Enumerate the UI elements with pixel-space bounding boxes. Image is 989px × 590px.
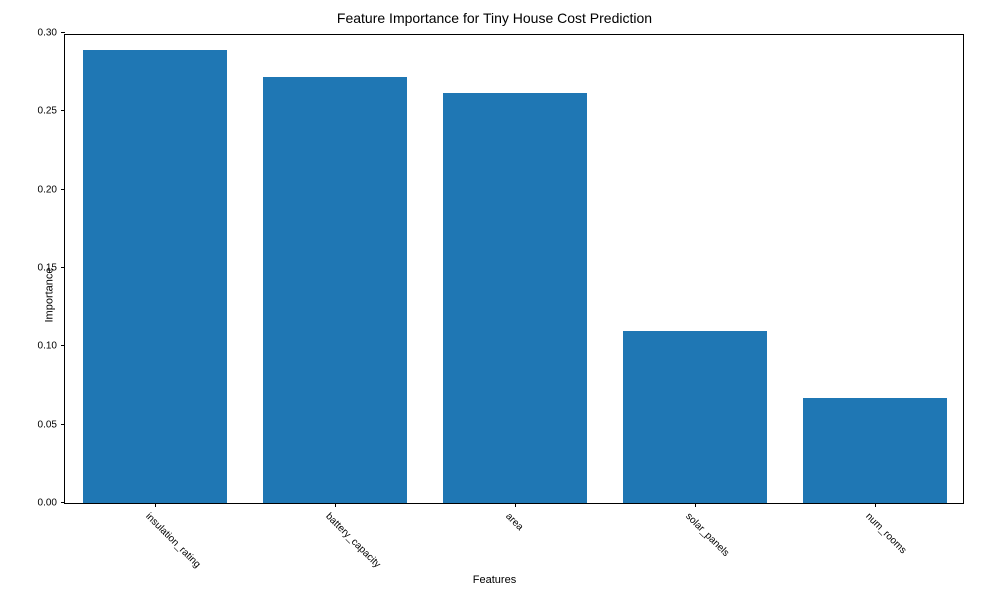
bar — [263, 77, 407, 503]
x-tick-mark — [695, 503, 696, 507]
chart-container: 0.000.050.100.150.200.250.30insulation_r… — [64, 34, 964, 504]
x-tick-mark — [155, 503, 156, 507]
y-tick-label: 0.20 — [38, 184, 65, 195]
x-axis-label: Features — [473, 574, 516, 586]
x-tick-mark — [875, 503, 876, 507]
plot-area: 0.000.050.100.150.200.250.30insulation_r… — [64, 34, 964, 504]
x-tick-mark — [335, 503, 336, 507]
bar — [803, 398, 947, 503]
y-tick-label: 0.05 — [38, 419, 65, 430]
y-tick-label: 0.00 — [38, 498, 65, 509]
x-tick-label: area — [503, 511, 525, 533]
bar — [623, 331, 767, 503]
x-tick-label: battery_capacity — [323, 511, 382, 570]
bar — [83, 50, 227, 503]
x-tick-mark — [515, 503, 516, 507]
bar — [443, 93, 587, 503]
x-tick-label: num_rooms — [863, 511, 908, 556]
chart-title: Feature Importance for Tiny House Cost P… — [337, 10, 652, 26]
y-tick-label: 0.25 — [38, 106, 65, 117]
y-tick-label: 0.10 — [38, 341, 65, 352]
x-tick-label: solar_panels — [683, 511, 731, 559]
y-tick-label: 0.30 — [38, 28, 65, 39]
y-axis-label: Importance — [44, 267, 56, 322]
x-tick-label: insulation_rating — [143, 511, 202, 570]
